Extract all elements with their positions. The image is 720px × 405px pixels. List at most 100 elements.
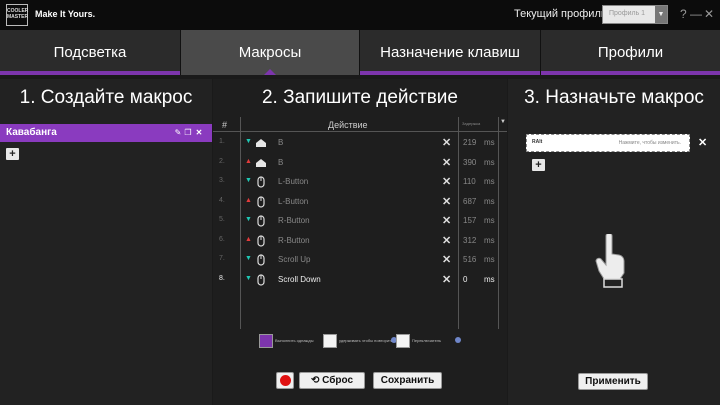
key-down-indicator-icon: ▼: [245, 216, 252, 223]
action-name: R-Button: [278, 235, 310, 245]
reset-button[interactable]: ⟲ Сброс: [299, 372, 365, 389]
delay-value[interactable]: 687: [463, 197, 481, 206]
profile-select[interactable]: Профиль 1 ▼: [602, 5, 668, 24]
delay-unit: ms: [484, 177, 495, 186]
action-name: Scroll Down: [278, 274, 321, 284]
hold-repeat-checkbox[interactable]: [323, 334, 337, 348]
macro-list-item[interactable]: Кавабанга ✎ ❐ ✕: [0, 124, 212, 142]
current-profile-label: Текущий профиль: [514, 8, 607, 20]
key-up-indicator-icon: ▲: [245, 157, 252, 165]
key-down-indicator-icon: ▼: [245, 255, 252, 262]
cooler-master-logo: COOLER MASTER: [6, 4, 28, 26]
mouse-icon: [255, 214, 267, 227]
key-up-indicator-icon: ▲: [245, 196, 252, 204]
close-icon[interactable]: ✕: [704, 7, 714, 21]
add-key-button[interactable]: +: [532, 159, 545, 171]
delete-row-icon[interactable]: ✕: [442, 136, 451, 149]
active-tab-pointer: [264, 69, 276, 75]
main-tabs: Подсветка Макросы Назначение клавиш Проф…: [0, 30, 720, 75]
action-name: L-Button: [278, 177, 309, 186]
row-number: 7.: [219, 255, 225, 262]
key-field-hint: Нажмите, чтобы изменить.: [618, 140, 681, 146]
table-row[interactable]: 4. ▲ L-Button ✕ 687 ms: [213, 192, 507, 211]
tab-key-assignment[interactable]: Назначение клавиш: [360, 30, 540, 75]
macro-name: Кавабанга: [6, 127, 57, 138]
key-down-indicator-icon: ▼: [245, 138, 252, 145]
edit-icon[interactable]: ✎: [174, 128, 182, 137]
chevron-down-icon[interactable]: ▼: [655, 6, 667, 23]
hand-press-icon: [595, 234, 625, 288]
delete-row-icon[interactable]: ✕: [442, 156, 451, 169]
run-once-checkbox[interactable]: [259, 334, 273, 348]
add-macro-button[interactable]: +: [6, 148, 19, 160]
delete-row-icon[interactable]: ✕: [442, 253, 451, 266]
delay-unit: ms: [484, 274, 495, 284]
key-down-indicator-icon: ▼: [245, 177, 252, 184]
key-up-indicator-icon: ▲: [245, 235, 252, 243]
minimize-icon[interactable]: —: [690, 7, 702, 21]
row-number: 3.: [219, 177, 225, 184]
action-name: R-Button: [278, 216, 310, 225]
toggle-label: Переключатель: [412, 338, 442, 343]
brand-slogan: Make It Yours.: [35, 9, 96, 19]
mouse-icon: [255, 195, 267, 208]
row-number: 5.: [219, 216, 225, 223]
delay-unit: ms: [484, 157, 495, 167]
help-icon[interactable]: ?: [680, 7, 687, 21]
delete-row-icon[interactable]: ✕: [442, 175, 451, 188]
delete-row-icon[interactable]: ✕: [442, 214, 451, 227]
apply-button[interactable]: Применить: [578, 373, 648, 390]
keyboard-key-icon: [255, 136, 267, 148]
help-icon[interactable]: [455, 337, 461, 343]
delay-unit: ms: [484, 196, 495, 206]
profile-select-value: Профиль 1: [609, 10, 646, 17]
delete-row-icon[interactable]: ✕: [442, 195, 451, 208]
top-bar: COOLER MASTER Make It Yours. Текущий про…: [0, 0, 720, 30]
delay-unit: ms: [484, 235, 495, 245]
delay-value[interactable]: 110: [463, 177, 481, 186]
record-button[interactable]: [276, 372, 294, 389]
table-row[interactable]: 5. ▼ R-Button ✕ 157 ms: [213, 211, 507, 230]
delay-unit: ms: [484, 138, 495, 147]
table-row[interactable]: 7. ▼ Scroll Up ✕ 516 ms: [213, 250, 507, 269]
table-row[interactable]: 1. ▼ B ✕ 219 ms: [213, 133, 507, 152]
delete-row-icon[interactable]: ✕: [442, 234, 451, 247]
mouse-icon: [255, 234, 267, 247]
assign-macro-panel: 3. Назначьте макрос RAlt Нажмите, чтобы …: [508, 79, 720, 405]
assign-macro-title: 3. Назначьте макрос: [524, 87, 704, 108]
delay-value[interactable]: 219: [463, 138, 481, 147]
row-number: 4.: [219, 196, 225, 204]
hold-repeat-label: удерживать чтобы повторить: [339, 338, 393, 343]
table-row[interactable]: 6. ▲ R-Button ✕ 312 ms: [213, 231, 507, 250]
row-number: 8.: [219, 274, 225, 282]
key-assignment-field[interactable]: RAlt Нажмите, чтобы изменить.: [526, 134, 690, 152]
table-row[interactable]: 8. ▼ Scroll Down ✕ 0 ms: [213, 270, 507, 289]
tab-profiles[interactable]: Профили: [541, 30, 720, 75]
action-name: B: [278, 138, 284, 147]
delete-icon[interactable]: ✕: [195, 128, 203, 137]
save-button[interactable]: Сохранить: [373, 372, 442, 389]
tab-lighting[interactable]: Подсветка: [0, 30, 180, 75]
table-row[interactable]: 2. ▲ B ✕ 390 ms: [213, 153, 507, 172]
table-row[interactable]: 3. ▼ L-Button ✕ 110 ms: [213, 172, 507, 191]
action-name: B: [278, 157, 284, 167]
delete-row-icon[interactable]: ✕: [442, 273, 451, 286]
header-divider: [213, 131, 507, 132]
delay-value[interactable]: 312: [463, 236, 481, 245]
copy-icon[interactable]: ❐: [184, 128, 192, 137]
delay-value[interactable]: 390: [463, 158, 481, 167]
record-action-title: 2. Запишите действие: [261, 87, 458, 108]
close-icon[interactable]: ✕: [698, 136, 707, 149]
mouse-icon: [255, 175, 267, 188]
delay-value[interactable]: 516: [463, 255, 481, 264]
delay-value[interactable]: 0: [463, 275, 481, 284]
delay-unit: ms: [484, 216, 495, 225]
toggle-checkbox[interactable]: [396, 334, 410, 348]
mouse-icon: [255, 253, 267, 266]
mouse-icon: [255, 273, 267, 286]
action-name: Scroll Up: [278, 255, 311, 264]
reset-icon: ⟲: [310, 375, 320, 386]
delay-value[interactable]: 157: [463, 216, 481, 225]
create-macro-panel: 1. Создайте макрос Кавабанга ✎ ❐ ✕ +: [0, 79, 212, 405]
delay-unit: ms: [484, 255, 495, 264]
